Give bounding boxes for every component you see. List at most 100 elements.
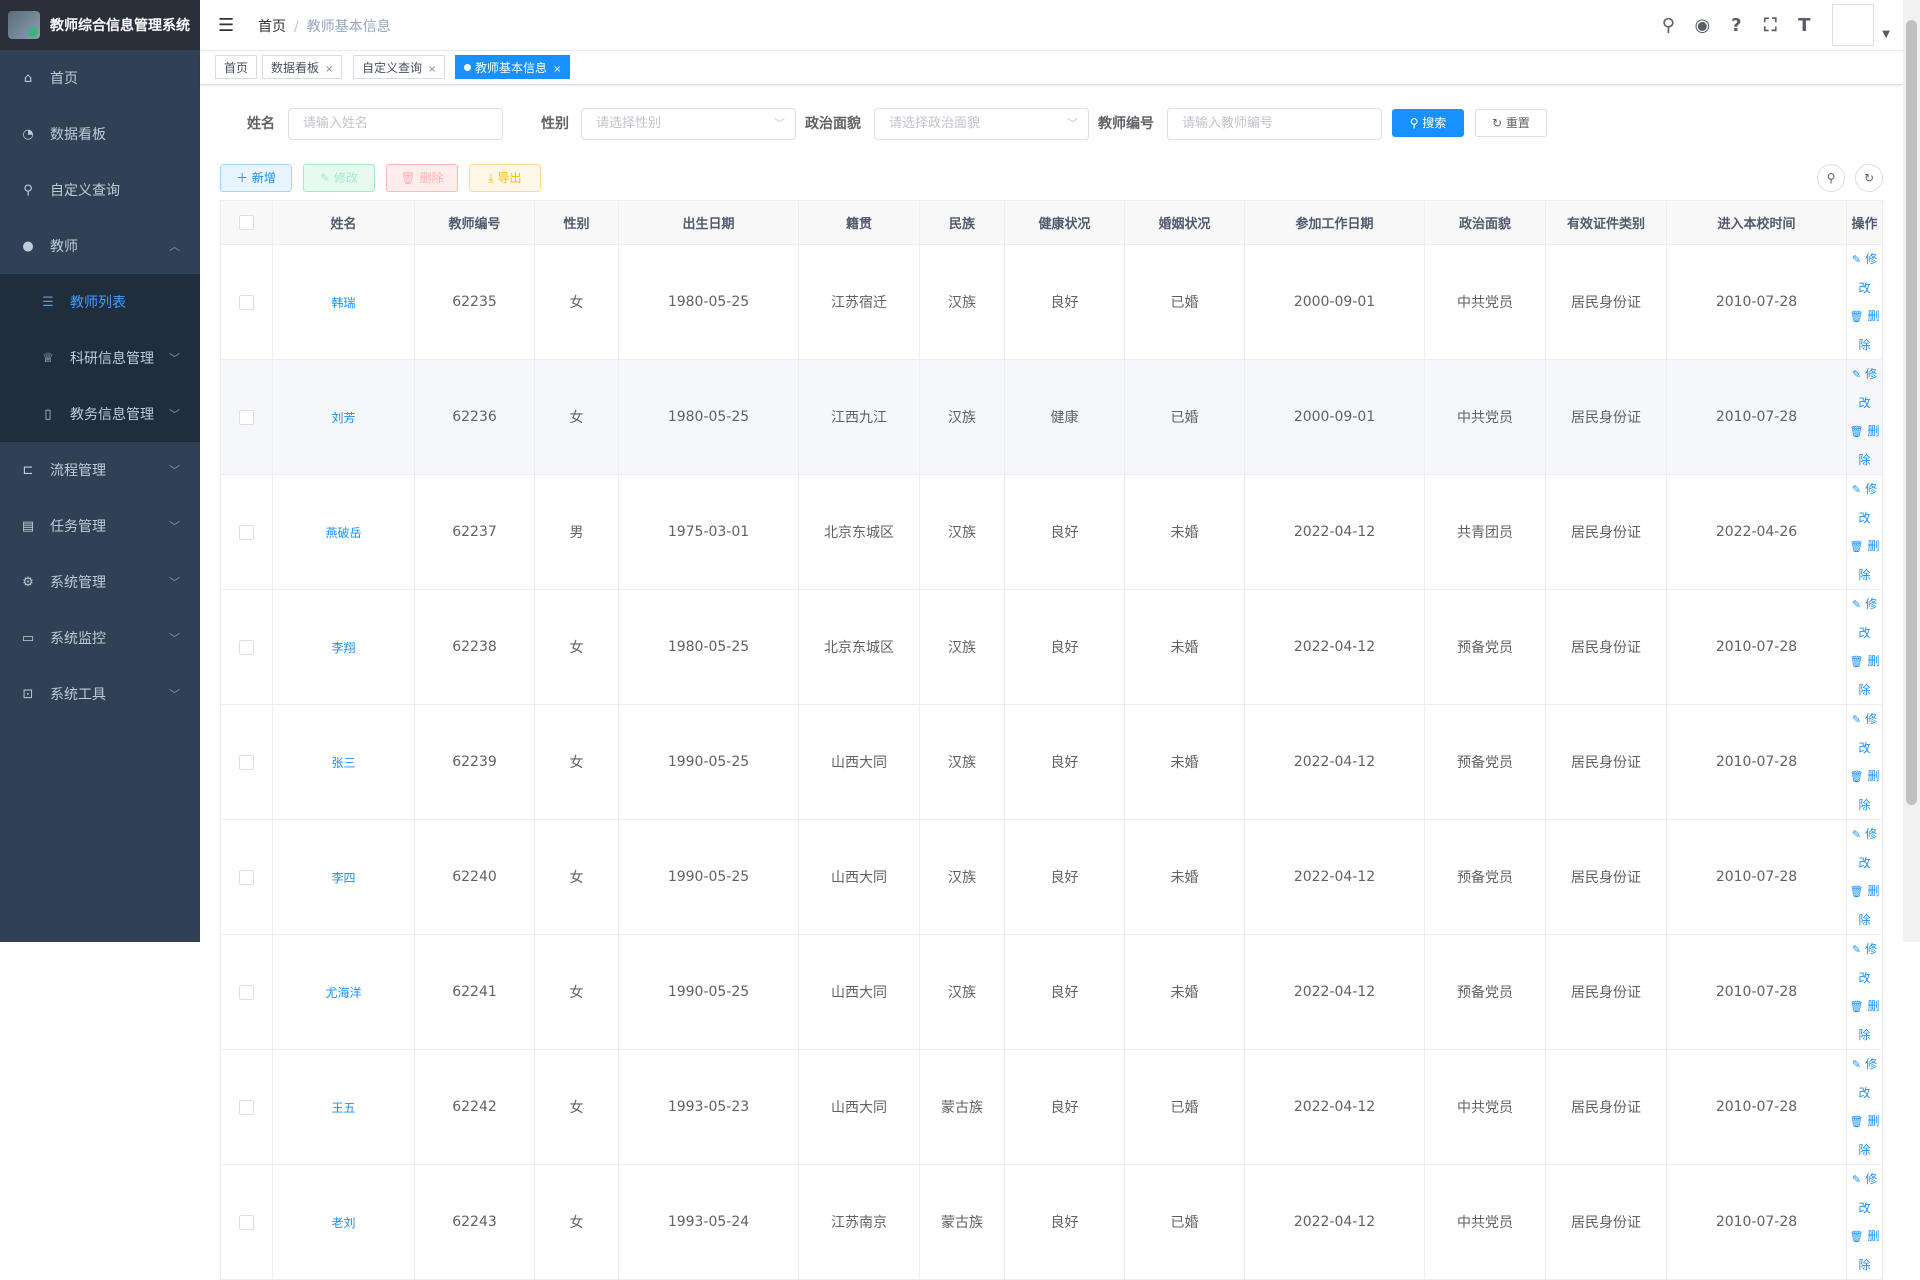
sidebar-item-home[interactable]: ⌂ 首页 (0, 50, 200, 106)
row-edit-button[interactable]: ✎ 修改 (1847, 360, 1882, 417)
row-delete-button[interactable]: 🗑 删除 (1847, 992, 1882, 1049)
sidebar-item-dashboard[interactable]: ◔ 数据看板 (0, 106, 200, 162)
row-delete-button[interactable]: 🗑 删除 (1847, 532, 1882, 589)
table-row[interactable]: 韩瑞 62235 女 1980-05-25 江苏宿迁 汉族 良好 已婚 2000-09-01 中共… (220, 244, 1883, 360)
name-cell[interactable]: 韩瑞 (272, 244, 415, 360)
table-row[interactable]: 张三 62239 女 1990-05-25 山西大同 汉族 良好 未婚 2022-04-12 预备… (220, 704, 1883, 820)
teacher-name-link[interactable]: 李翔 (331, 641, 355, 655)
close-icon[interactable]: × (553, 64, 561, 75)
tag-custom-query[interactable]: 自定义查询 × (353, 55, 446, 79)
toggle-search-button[interactable]: ⚲ (1817, 164, 1845, 192)
row-select-cell[interactable] (220, 704, 273, 820)
table-row[interactable]: 燕破岳 62237 男 1975-03-01 北京东城区 汉族 良好 未婚 2022-04-12… (220, 474, 1883, 590)
row-edit-button[interactable]: ✎ 修改 (1847, 1165, 1882, 1222)
politics-select[interactable]: 请选择政治面貌 ﹀ (874, 108, 1089, 140)
row-delete-button[interactable]: 🗑 删除 (1847, 1107, 1882, 1164)
avatar[interactable] (1832, 4, 1875, 46)
row-checkbox[interactable] (239, 1099, 254, 1115)
row-delete-button[interactable]: 🗑 删除 (1847, 877, 1882, 934)
delete-button[interactable]: 🗑 删除 (386, 164, 458, 192)
row-select-cell[interactable] (220, 1049, 273, 1165)
table-row[interactable]: 老刘 62243 女 1993-05-24 江苏南京 蒙古族 良好 已婚 2022-04-12 中… (220, 1164, 1883, 1280)
tag-home[interactable]: 首页 (215, 55, 258, 79)
sidebar-item-research[interactable]: ♕ 科研信息管理 ﹀ (0, 330, 200, 386)
sidebar-item-tools[interactable]: ⊡ 系统工具 ﹀ (0, 666, 200, 722)
logo[interactable]: 教师综合信息管理系统 (0, 0, 200, 50)
name-cell[interactable]: 王五 (272, 1049, 415, 1165)
row-checkbox[interactable] (239, 409, 254, 425)
row-select-cell[interactable] (220, 359, 273, 475)
github-icon[interactable]: ◉ (1690, 13, 1714, 37)
sidebar-item-monitor[interactable]: ▭ 系统监控 ﹀ (0, 610, 200, 666)
tag-dashboard[interactable]: 数据看板 × (262, 55, 343, 79)
row-delete-button[interactable]: 🗑 删除 (1847, 762, 1882, 819)
table-row[interactable]: 尤海洋 62241 女 1990-05-25 山西大同 汉族 良好 未婚 2022-04-12 预… (220, 934, 1883, 1050)
font-size-icon[interactable]: T (1792, 13, 1816, 37)
row-checkbox[interactable] (239, 754, 254, 770)
table-row[interactable]: 王五 62242 女 1993-05-23 山西大同 蒙古族 良好 已婚 2022-04-12 中… (220, 1049, 1883, 1165)
table-row[interactable]: 刘芳 62236 女 1980-05-25 江西九江 汉族 健康 已婚 2000-09-01 中共… (220, 359, 1883, 475)
sidebar-item-flow[interactable]: ⊏ 流程管理 ﹀ (0, 442, 200, 498)
teacher-name-link[interactable]: 韩瑞 (331, 296, 355, 310)
name-cell[interactable]: 李翔 (272, 589, 415, 705)
row-delete-button[interactable]: 🗑 删除 (1847, 302, 1882, 359)
teacher-name-link[interactable]: 刘芳 (331, 411, 355, 425)
add-button[interactable]: ＋ 新增 (220, 164, 292, 192)
name-cell[interactable]: 尤海洋 (272, 934, 415, 1050)
teacher-name-link[interactable]: 尤海洋 (325, 986, 361, 1000)
select-all-checkbox[interactable] (239, 215, 254, 230)
fullscreen-icon[interactable]: ⛶ (1758, 13, 1782, 37)
row-edit-button[interactable]: ✎ 修改 (1847, 705, 1882, 762)
sidebar-item-teacher[interactable]: ● 教师 ︿ (0, 218, 200, 274)
vertical-scrollbar[interactable] (1903, 0, 1920, 942)
search-button[interactable]: ⚲ 搜索 (1392, 109, 1464, 137)
close-icon[interactable]: × (325, 64, 333, 75)
teacher-name-link[interactable]: 老刘 (331, 1216, 355, 1230)
name-cell[interactable]: 张三 (272, 704, 415, 820)
teacher-name-link[interactable]: 王五 (331, 1101, 355, 1115)
hamburger-icon[interactable]: ☰ (218, 15, 238, 36)
reset-button[interactable]: ↻ 重置 (1475, 109, 1547, 137)
row-edit-button[interactable]: ✎ 修改 (1847, 820, 1882, 877)
name-cell[interactable]: 燕破岳 (272, 474, 415, 590)
close-icon[interactable]: × (428, 64, 436, 75)
scrollbar-thumb[interactable] (1906, 20, 1917, 805)
name-cell[interactable]: 刘芳 (272, 359, 415, 475)
search-icon[interactable]: ⚲ (1656, 13, 1680, 37)
row-checkbox[interactable] (239, 869, 254, 885)
row-checkbox[interactable] (239, 524, 254, 540)
row-select-cell[interactable] (220, 589, 273, 705)
teacher-name-link[interactable]: 张三 (331, 756, 355, 770)
help-icon[interactable]: ? (1724, 13, 1748, 37)
gender-select[interactable]: 请选择性别 ﹀ (581, 108, 796, 140)
row-delete-button[interactable]: 🗑 删除 (1847, 417, 1882, 474)
table-row[interactable]: 李四 62240 女 1990-05-25 山西大同 汉族 良好 未婚 2022-04-12 预备… (220, 819, 1883, 935)
sidebar-item-system[interactable]: ⚙ 系统管理 ﹀ (0, 554, 200, 610)
name-input[interactable]: 请输入姓名 (288, 108, 503, 140)
row-checkbox[interactable] (239, 294, 254, 310)
row-select-cell[interactable] (220, 244, 273, 360)
row-select-cell[interactable] (220, 474, 273, 590)
row-edit-button[interactable]: ✎ 修改 (1847, 1050, 1882, 1107)
row-edit-button[interactable]: ✎ 修改 (1847, 590, 1882, 647)
refresh-button[interactable]: ↻ (1855, 164, 1883, 192)
row-checkbox[interactable] (239, 984, 254, 1000)
row-checkbox[interactable] (239, 639, 254, 655)
row-edit-button[interactable]: ✎ 修改 (1847, 245, 1882, 302)
name-cell[interactable]: 老刘 (272, 1164, 415, 1280)
teacher-name-link[interactable]: 燕破岳 (325, 526, 361, 540)
row-select-cell[interactable] (220, 819, 273, 935)
sidebar-item-custom-query[interactable]: ⚲ 自定义查询 (0, 162, 200, 218)
row-select-cell[interactable] (220, 1164, 273, 1280)
name-cell[interactable]: 李四 (272, 819, 415, 935)
edit-button[interactable]: ✎ 修改 (303, 164, 375, 192)
sidebar-item-teacher-list[interactable]: ☰ 教师列表 (0, 274, 200, 330)
row-checkbox[interactable] (239, 1214, 254, 1230)
breadcrumb-home[interactable]: 首页 (258, 19, 286, 35)
export-button[interactable]: ⤓ 导出 (469, 164, 541, 192)
sidebar-item-task[interactable]: ▤ 任务管理 ﹀ (0, 498, 200, 554)
tag-teacher-info[interactable]: 教师基本信息 × (455, 55, 571, 79)
row-delete-button[interactable]: 🗑 删除 (1847, 1222, 1882, 1279)
sidebar-item-academic[interactable]: ▯ 教务信息管理 ﹀ (0, 386, 200, 442)
caret-down-icon[interactable]: ▼ (1882, 29, 1890, 40)
